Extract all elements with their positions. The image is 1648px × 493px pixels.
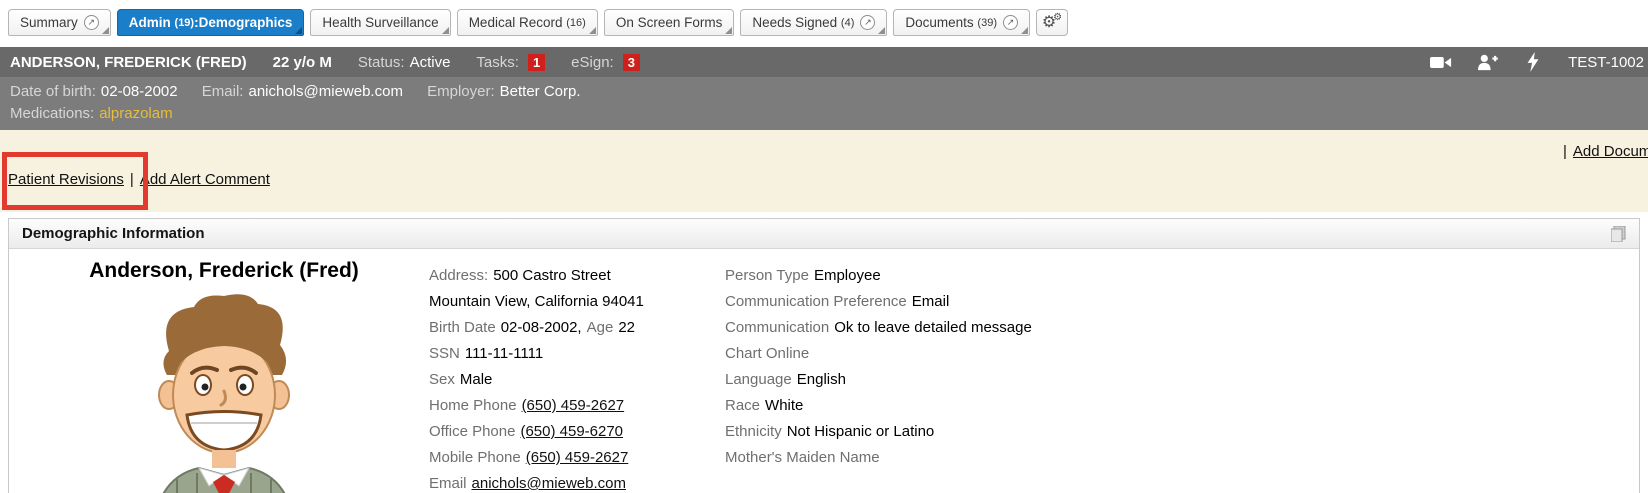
video-camera-icon[interactable] (1430, 53, 1452, 71)
patient-age-sex: 22 y/o M (273, 54, 332, 71)
patient-details-line2: Medications:alprazolam (10, 103, 1638, 125)
esign-indicator: eSign: 3 (571, 54, 640, 71)
report-icon[interactable] (1611, 226, 1626, 242)
dob-field: Date of birth:02-08-2002 (10, 83, 178, 100)
chevron-down-icon[interactable] (589, 27, 596, 34)
mobile-phone-row: Mobile Phone(650) 459-2627 (429, 445, 644, 471)
header-actions: TEST-1002 (1430, 53, 1638, 71)
chevron-down-icon[interactable] (725, 27, 732, 34)
tab-bar: Summary ↗ Admin (19):Demographics Health… (0, 0, 1648, 47)
separator: | (1563, 143, 1567, 160)
address-row-2: Mountain View, California 94041 (429, 289, 644, 315)
settings-button[interactable]: ⚙ ⚙ (1036, 9, 1068, 36)
tab-summary-label: Summary (20, 15, 78, 30)
tasks-indicator: Tasks: 1 (476, 54, 545, 71)
tab-needs-signed[interactable]: Needs Signed (4) ↗ (740, 9, 887, 36)
patient-header-bar: ANDERSON, FREDERICK (FRED) 22 y/o M Stat… (0, 47, 1648, 77)
email-link[interactable]: anichols@mieweb.com (472, 475, 626, 492)
tab-documents-label: Documents (39) (905, 15, 997, 30)
tab-documents[interactable]: Documents (39) ↗ (893, 9, 1030, 36)
tab-on-screen-forms[interactable]: On Screen Forms (604, 9, 735, 36)
communication-preference-row: Communication PreferenceEmail (725, 289, 1032, 315)
add-user-icon[interactable] (1476, 53, 1498, 71)
patient-name: ANDERSON, FREDERICK (FRED) (10, 54, 247, 71)
address-row: Address:500 Castro Street (429, 263, 644, 289)
patient-details-bar: Date of birth:02-08-2002 Email:anichols@… (0, 77, 1648, 130)
race-row: RaceWhite (725, 393, 1032, 419)
chevron-down-icon[interactable] (442, 27, 449, 34)
popout-icon[interactable]: ↗ (1003, 15, 1018, 30)
email-row: Emailanichols@mieweb.com (429, 471, 644, 493)
language-row: LanguageEnglish (725, 367, 1032, 393)
employer-field: Employer:Better Corp. (427, 83, 580, 100)
demographics-left-column: Address:500 Castro Street Mountain View,… (429, 263, 644, 493)
chart-online-row: Chart Online (725, 341, 1032, 367)
medication-value: alprazolam (99, 105, 172, 122)
communication-row: CommunicationOk to leave detailed messag… (725, 315, 1032, 341)
email-field: Email:anichols@mieweb.com (202, 83, 403, 100)
tab-summary[interactable]: Summary ↗ (8, 9, 111, 36)
tab-admin-demographics[interactable]: Admin (19):Demographics (117, 9, 305, 36)
tab-health-surveillance[interactable]: Health Surveillance (310, 9, 450, 36)
patient-revisions-link[interactable]: Patient Revisions (8, 171, 124, 188)
lightning-bolt-icon[interactable] (1522, 53, 1544, 71)
patient-avatar (139, 289, 309, 493)
ethnicity-row: EthnicityNot Hispanic or Latino (725, 419, 1032, 445)
panel-header: Demographic Information (9, 219, 1639, 249)
tab-admin-label: Admin (19):Demographics (129, 15, 293, 30)
popout-icon[interactable]: ↗ (860, 15, 875, 30)
gear-icon: ⚙ (1053, 13, 1062, 23)
tab-medical-label: Medical Record (16) (469, 15, 586, 30)
tasks-badge[interactable]: 1 (528, 54, 545, 71)
panel-title: Demographic Information (22, 225, 205, 242)
popout-icon[interactable]: ↗ (84, 15, 99, 30)
home-phone-row: Home Phone(650) 459-2627 (429, 393, 644, 419)
separator: | (130, 171, 134, 188)
chevron-down-icon[interactable] (295, 27, 302, 34)
patient-status: Status: Active (358, 54, 451, 71)
page: Summary ↗ Admin (19):Demographics Health… (0, 0, 1648, 493)
office-phone-link[interactable]: (650) 459-6270 (520, 423, 623, 440)
mothers-maiden-name-row: Mother's Maiden Name (725, 445, 1032, 471)
home-phone-link[interactable]: (650) 459-2627 (522, 397, 625, 414)
tab-medical-record[interactable]: Medical Record (16) (457, 9, 598, 36)
chevron-down-icon[interactable] (878, 27, 885, 34)
add-document-link[interactable]: Add Document (1573, 143, 1648, 160)
add-document-row: | Add Document (1557, 143, 1648, 160)
tab-health-label: Health Surveillance (322, 15, 438, 30)
action-strip: | Add Document Patient Revisions | Add Aler… (0, 130, 1648, 212)
patient-details-line1: Date of birth:02-08-2002 Email:anichols@… (10, 81, 1638, 103)
chart-id: TEST-1002 (1568, 54, 1644, 71)
demographics-right-column: Person TypeEmployee Communication Prefer… (725, 263, 1032, 471)
esign-badge[interactable]: 3 (623, 54, 640, 71)
sex-row: SexMale (429, 367, 644, 393)
ssn-row: SSN111-11-1111 (429, 341, 644, 367)
demographics-panel: Demographic Information Anderson, Freder… (8, 218, 1640, 493)
person-type-row: Person TypeEmployee (725, 263, 1032, 289)
display-name: Anderson, Frederick (Fred) (39, 259, 409, 283)
medications-field: Medications:alprazolam (10, 105, 173, 122)
office-phone-row: Office Phone(650) 459-6270 (429, 419, 644, 445)
chevron-down-icon[interactable] (1021, 27, 1028, 34)
patient-identity-column: Anderson, Frederick (Fred) (39, 259, 409, 493)
birth-date-row: Birth Date02-08-2002,Age22 (429, 315, 644, 341)
revision-links-row: Patient Revisions | Add Alert Comment (8, 171, 270, 188)
tab-forms-label: On Screen Forms (616, 15, 723, 30)
add-alert-comment-link[interactable]: Add Alert Comment (140, 171, 270, 188)
tab-needs-signed-label: Needs Signed (4) (752, 15, 854, 30)
mobile-phone-link[interactable]: (650) 459-2627 (526, 449, 629, 466)
chevron-down-icon[interactable] (102, 27, 109, 34)
